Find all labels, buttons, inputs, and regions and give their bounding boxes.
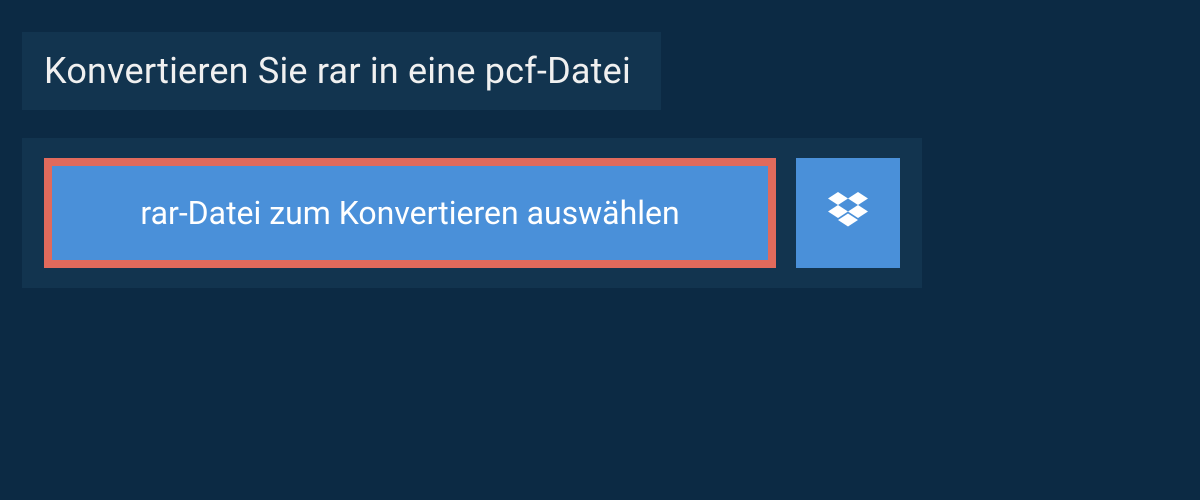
- page-container: Konvertieren Sie rar in eine pcf-Datei r…: [0, 0, 1200, 320]
- dropbox-icon: [828, 192, 868, 234]
- dropbox-button[interactable]: [796, 158, 900, 268]
- title-bar: Konvertieren Sie rar in eine pcf-Datei: [22, 32, 661, 110]
- page-title: Konvertieren Sie rar in eine pcf-Datei: [44, 50, 631, 92]
- select-file-label: rar-Datei zum Konvertieren auswählen: [140, 194, 679, 232]
- select-file-button[interactable]: rar-Datei zum Konvertieren auswählen: [44, 158, 776, 268]
- upload-panel: rar-Datei zum Konvertieren auswählen: [22, 138, 922, 288]
